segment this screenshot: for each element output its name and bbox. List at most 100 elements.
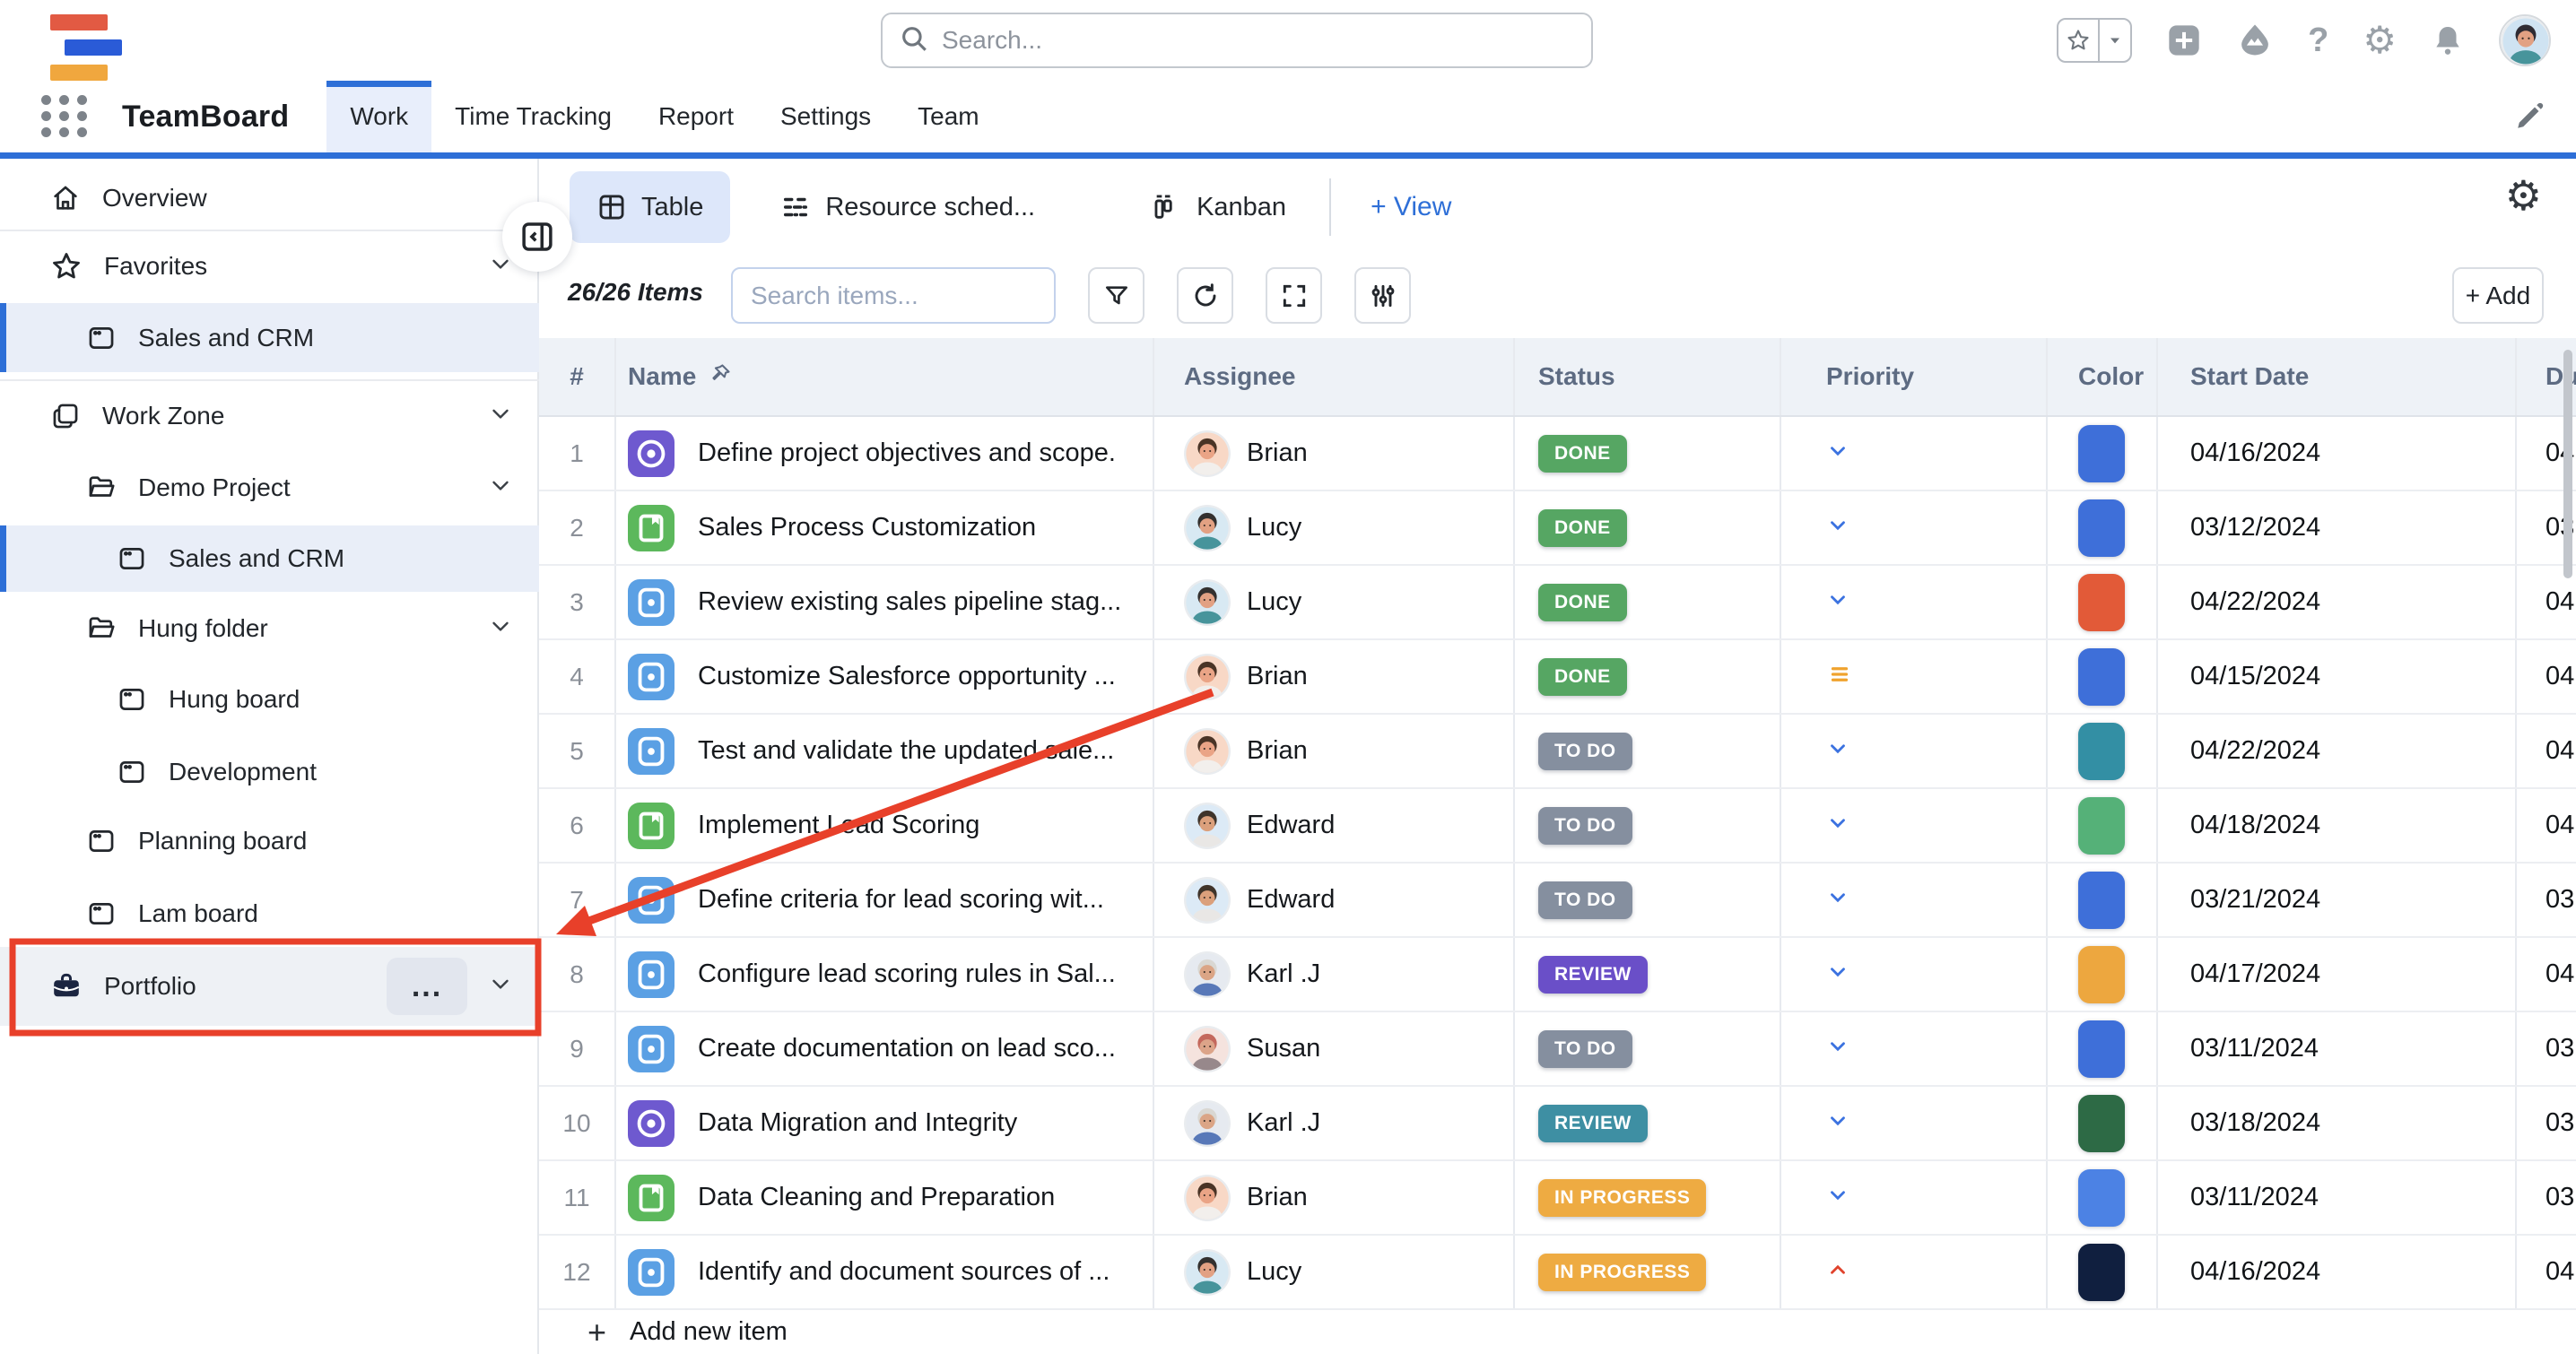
status-badge[interactable]: DONE — [1538, 584, 1627, 621]
chevron-down-icon[interactable] — [487, 400, 514, 433]
status-cell[interactable]: REVIEW — [1515, 1087, 1781, 1159]
status-cell[interactable]: DONE — [1515, 640, 1781, 713]
color-cell[interactable] — [2048, 1236, 2158, 1308]
color-cell[interactable] — [2048, 938, 2158, 1011]
start-date-cell[interactable]: 04/16/2024 — [2158, 1236, 2517, 1308]
assignee-cell[interactable]: Brian — [1154, 1161, 1515, 1234]
assignee-cell[interactable]: Karl .J — [1154, 938, 1515, 1011]
sidebar-item-hung-board[interactable]: Hung board — [0, 670, 539, 729]
view-tab-resource-scheduling[interactable]: Resource sched... — [753, 171, 1062, 243]
priority-cell[interactable] — [1781, 491, 2048, 564]
global-search-input[interactable] — [942, 26, 1575, 55]
color-cell[interactable] — [2048, 640, 2158, 713]
item-name-cell[interactable]: Review existing sales pipeline stag... — [616, 566, 1154, 638]
color-chip[interactable] — [2078, 1169, 2125, 1227]
column-header-priority[interactable]: Priority — [1781, 338, 2048, 415]
status-badge[interactable]: TO DO — [1538, 807, 1632, 845]
priority-up-icon[interactable] — [1826, 1258, 1849, 1286]
priority-cell[interactable] — [1781, 789, 2048, 862]
chevron-down-icon[interactable] — [487, 472, 514, 505]
table-row[interactable]: 7Define criteria for lead scoring wit...… — [539, 864, 2576, 938]
status-cell[interactable]: TO DO — [1515, 1012, 1781, 1085]
more-options-button[interactable]: ... — [387, 958, 467, 1015]
color-cell[interactable] — [2048, 864, 2158, 936]
notifications-bell-icon[interactable] — [2431, 23, 2465, 57]
priority-cell[interactable] — [1781, 1087, 2048, 1159]
sidebar-item-work-zone[interactable]: Work Zone — [0, 386, 539, 446]
color-cell[interactable] — [2048, 1161, 2158, 1234]
priority-down-icon[interactable] — [1826, 514, 1849, 542]
column-header-status[interactable]: Status — [1515, 338, 1781, 415]
nav-tab-team[interactable]: Team — [894, 81, 1002, 152]
nav-tab-settings[interactable]: Settings — [757, 81, 894, 152]
column-header-start-date[interactable]: Start Date — [2158, 338, 2517, 415]
sidebar-item-lam-board[interactable]: Lam board — [0, 884, 539, 943]
priority-cell[interactable] — [1781, 566, 2048, 638]
color-cell[interactable] — [2048, 715, 2158, 787]
vertical-scrollbar[interactable] — [2563, 350, 2572, 578]
start-date-cell[interactable]: 04/17/2024 — [2158, 938, 2517, 1011]
due-date-cell[interactable]: 03 — [2517, 1012, 2576, 1085]
status-badge[interactable]: REVIEW — [1538, 1105, 1648, 1142]
assignee-cell[interactable]: Lucy — [1154, 566, 1515, 638]
item-name-cell[interactable]: Configure lead scoring rules in Sal... — [616, 938, 1154, 1011]
add-view-button[interactable]: + View — [1347, 192, 1475, 222]
status-cell[interactable]: REVIEW — [1515, 938, 1781, 1011]
caret-down-icon[interactable] — [2100, 20, 2130, 61]
item-name-cell[interactable]: Customize Salesforce opportunity ... — [616, 640, 1154, 713]
sidebar-item-development[interactable]: Development — [0, 742, 539, 802]
assignee-cell[interactable]: Lucy — [1154, 1236, 1515, 1308]
status-badge[interactable]: DONE — [1538, 435, 1627, 473]
due-date-cell[interactable]: 03 — [2517, 864, 2576, 936]
status-cell[interactable]: TO DO — [1515, 715, 1781, 787]
start-date-cell[interactable]: 03/11/2024 — [2158, 1012, 2517, 1085]
table-settings-gear-icon[interactable]: ⚙ — [2505, 175, 2542, 216]
sidebar-item-demo-project[interactable]: Demo Project — [0, 458, 539, 517]
due-date-cell[interactable]: 04 — [2517, 1236, 2576, 1308]
priority-down-icon[interactable] — [1826, 588, 1849, 616]
add-new-item-row[interactable]: + Add new item — [539, 1310, 2576, 1354]
add-square-icon[interactable] — [2166, 22, 2202, 58]
status-badge[interactable]: REVIEW — [1538, 956, 1648, 994]
settings-gear-icon[interactable]: ⚙ — [2363, 22, 2397, 59]
color-chip[interactable] — [2078, 648, 2125, 706]
add-item-button[interactable]: + Add — [2452, 267, 2544, 324]
table-row[interactable]: 5Test and validate the updated sale... B… — [539, 715, 2576, 789]
color-cell[interactable] — [2048, 789, 2158, 862]
start-date-cell[interactable]: 04/22/2024 — [2158, 566, 2517, 638]
refresh-button[interactable] — [1177, 267, 1233, 324]
priority-down-icon[interactable] — [1826, 886, 1849, 914]
item-name-cell[interactable]: Data Migration and Integrity — [616, 1087, 1154, 1159]
color-cell[interactable] — [2048, 417, 2158, 490]
global-search[interactable] — [881, 13, 1593, 68]
status-cell[interactable]: TO DO — [1515, 789, 1781, 862]
chevron-down-icon[interactable] — [487, 612, 514, 646]
assignee-cell[interactable]: Susan — [1154, 1012, 1515, 1085]
color-cell[interactable] — [2048, 1087, 2158, 1159]
priority-cell[interactable] — [1781, 640, 2048, 713]
sidebar-item-overview[interactable]: Overview — [0, 170, 539, 226]
start-date-cell[interactable]: 03/12/2024 — [2158, 491, 2517, 564]
assignee-cell[interactable]: Edward — [1154, 789, 1515, 862]
priority-cell[interactable] — [1781, 1161, 2048, 1234]
table-row[interactable]: 6Implement Lead Scoring EdwardTO DO04/18… — [539, 789, 2576, 864]
table-row[interactable]: 2Sales Process Customization LucyDONE03/… — [539, 491, 2576, 566]
color-chip[interactable] — [2078, 946, 2125, 1003]
star-icon[interactable] — [2058, 20, 2100, 61]
column-header-assignee[interactable]: Assignee — [1154, 338, 1515, 415]
priority-cell[interactable] — [1781, 1012, 2048, 1085]
nav-tab-work[interactable]: Work — [326, 81, 431, 152]
favorite-star-button[interactable] — [2057, 18, 2132, 63]
color-chip[interactable] — [2078, 1244, 2125, 1301]
start-date-cell[interactable]: 04/18/2024 — [2158, 789, 2517, 862]
priority-down-icon[interactable] — [1826, 960, 1849, 988]
priority-down-icon[interactable] — [1826, 812, 1849, 839]
start-date-cell[interactable]: 03/21/2024 — [2158, 864, 2517, 936]
priority-down-icon[interactable] — [1826, 439, 1849, 467]
color-chip[interactable] — [2078, 872, 2125, 929]
assignee-cell[interactable]: Edward — [1154, 864, 1515, 936]
fullscreen-button[interactable] — [1266, 267, 1322, 324]
color-chip[interactable] — [2078, 1095, 2125, 1152]
status-badge[interactable]: IN PROGRESS — [1538, 1254, 1706, 1291]
items-search[interactable] — [731, 267, 1056, 324]
